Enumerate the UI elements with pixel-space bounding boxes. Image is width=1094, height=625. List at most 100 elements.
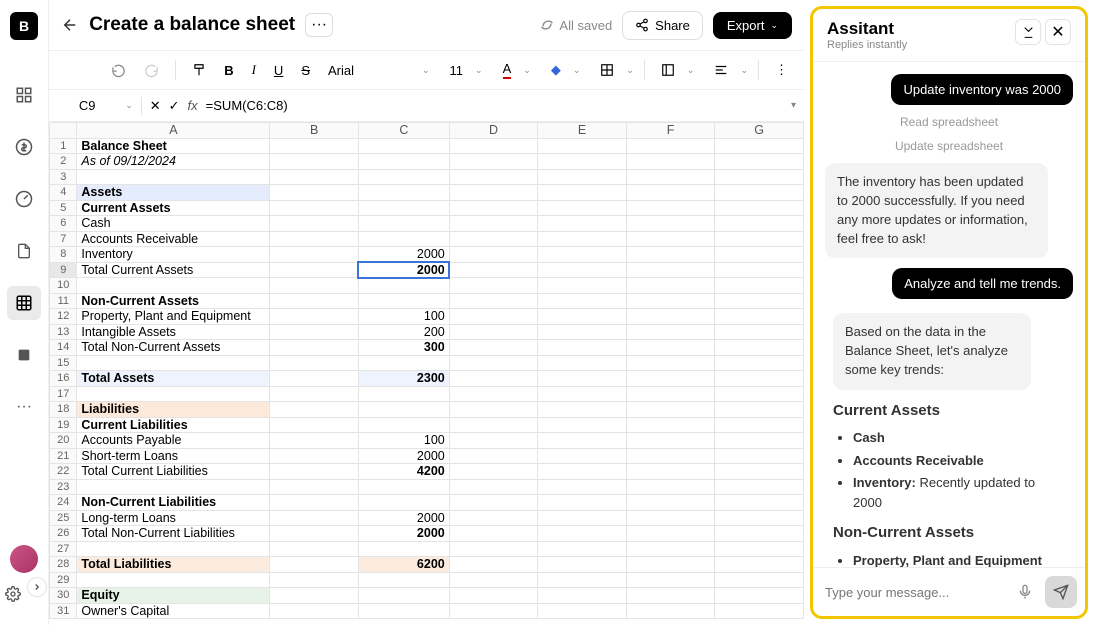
cell[interactable] (270, 433, 359, 449)
cell[interactable]: Total Assets (77, 371, 270, 387)
cell[interactable]: 2000 (358, 247, 449, 263)
cell[interactable] (538, 278, 627, 294)
filter-dropdown-icon[interactable]: ▾ (791, 100, 796, 111)
row-header[interactable]: 10 (50, 278, 77, 294)
col-header[interactable]: C (358, 123, 449, 139)
row-header[interactable]: 15 (50, 355, 77, 371)
formula-input[interactable] (206, 98, 783, 113)
cell[interactable] (538, 169, 627, 185)
cell[interactable] (449, 417, 538, 433)
cell[interactable] (358, 231, 449, 247)
cell[interactable] (358, 278, 449, 294)
nav-doc-icon[interactable] (7, 234, 41, 268)
cell[interactable] (715, 448, 804, 464)
assistant-clear-icon[interactable] (1015, 19, 1041, 45)
cell[interactable] (538, 231, 627, 247)
cell[interactable]: Current Liabilities (77, 417, 270, 433)
spreadsheet[interactable]: ABCDEFG1Balance Sheet2As of 09/12/202434… (49, 122, 804, 625)
cell[interactable] (270, 495, 359, 511)
cell[interactable]: Total Non-Current Liabilities (77, 526, 270, 542)
cell[interactable]: Total Liabilities (77, 557, 270, 573)
col-header[interactable]: A (77, 123, 270, 139)
cell[interactable] (77, 386, 270, 402)
share-button[interactable]: Share (622, 11, 703, 40)
cell[interactable] (449, 200, 538, 216)
cell[interactable] (715, 402, 804, 418)
cell[interactable] (270, 603, 359, 619)
chat-input[interactable] (821, 579, 1005, 606)
cell[interactable]: Intangible Assets (77, 324, 270, 340)
cell[interactable] (270, 448, 359, 464)
cell[interactable] (449, 510, 538, 526)
nav-badge-icon[interactable] (7, 338, 41, 372)
row-header[interactable]: 28 (50, 557, 77, 573)
cell[interactable] (715, 588, 804, 604)
cell[interactable] (538, 417, 627, 433)
cell[interactable] (538, 154, 627, 170)
cell[interactable] (358, 572, 449, 588)
settings-icon[interactable] (1, 577, 25, 611)
row-header[interactable]: 3 (50, 169, 77, 185)
cell[interactable] (715, 603, 804, 619)
cell[interactable] (715, 371, 804, 387)
cell[interactable]: 2000 (358, 510, 449, 526)
cell[interactable] (449, 324, 538, 340)
cell[interactable] (449, 262, 538, 278)
cell[interactable] (449, 479, 538, 495)
cell[interactable]: Inventory (77, 247, 270, 263)
cell[interactable] (538, 324, 627, 340)
cell[interactable] (715, 340, 804, 356)
cell[interactable] (270, 278, 359, 294)
font-size-selector[interactable]: 11 (444, 59, 470, 82)
cell[interactable] (626, 154, 714, 170)
cell[interactable] (538, 526, 627, 542)
cell[interactable] (626, 169, 714, 185)
cell[interactable] (77, 278, 270, 294)
cell[interactable]: 300 (358, 340, 449, 356)
accept-formula-icon[interactable]: ✓ (169, 98, 180, 114)
cell[interactable] (715, 572, 804, 588)
cell[interactable] (270, 386, 359, 402)
cell[interactable] (626, 510, 714, 526)
cell[interactable] (538, 185, 627, 201)
cell[interactable] (715, 557, 804, 573)
cell[interactable] (449, 169, 538, 185)
cell[interactable] (449, 231, 538, 247)
cell[interactable] (538, 541, 627, 557)
row-header[interactable]: 9 (50, 262, 77, 278)
italic-button[interactable]: I (246, 58, 262, 82)
row-header[interactable]: 17 (50, 386, 77, 402)
merge-button[interactable] (655, 59, 681, 81)
cell[interactable] (538, 247, 627, 263)
cell[interactable] (626, 309, 714, 325)
cell[interactable] (270, 231, 359, 247)
cell[interactable] (270, 557, 359, 573)
cancel-formula-icon[interactable]: ✕ (150, 98, 161, 114)
cell[interactable] (626, 216, 714, 232)
row-header[interactable]: 7 (50, 231, 77, 247)
row-header[interactable]: 14 (50, 340, 77, 356)
cell[interactable] (626, 603, 714, 619)
cell[interactable] (538, 293, 627, 309)
cell[interactable] (358, 293, 449, 309)
cell[interactable] (449, 464, 538, 480)
cell[interactable] (449, 355, 538, 371)
cell[interactable]: Accounts Payable (77, 433, 270, 449)
cell[interactable] (538, 448, 627, 464)
cell[interactable] (358, 479, 449, 495)
cell[interactable] (538, 216, 627, 232)
cell[interactable] (270, 479, 359, 495)
cell[interactable] (626, 417, 714, 433)
cell[interactable]: 2000 (358, 262, 449, 278)
cell[interactable] (538, 588, 627, 604)
paint-format-button[interactable] (186, 59, 212, 81)
cell[interactable] (538, 200, 627, 216)
cell[interactable] (538, 603, 627, 619)
cell[interactable] (626, 371, 714, 387)
cell[interactable] (715, 417, 804, 433)
row-header[interactable]: 27 (50, 541, 77, 557)
cell[interactable] (270, 541, 359, 557)
cell[interactable] (715, 200, 804, 216)
cell[interactable] (715, 231, 804, 247)
row-header[interactable]: 11 (50, 293, 77, 309)
